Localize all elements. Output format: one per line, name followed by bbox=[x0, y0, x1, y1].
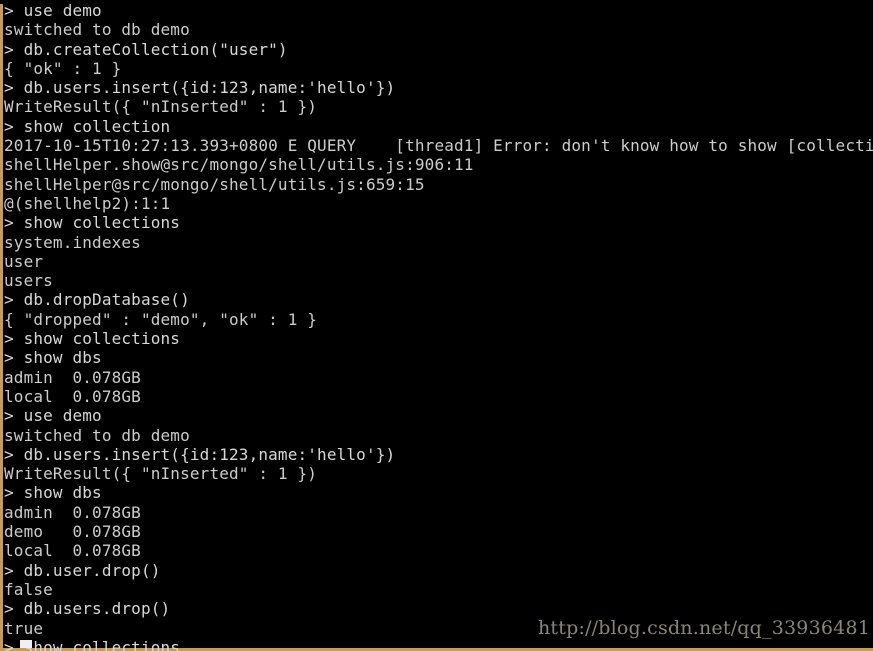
terminal-output-line: shellHelper@src/mongo/shell/utils.js:659… bbox=[4, 174, 425, 194]
terminal-output-line: WriteResult({ "nInserted" : 1 }) bbox=[4, 464, 318, 484]
terminal-output-line: @(shellhelp2):1:1 bbox=[4, 193, 171, 213]
watermark-url: http://blog.csdn.net/qq_33936481 bbox=[538, 617, 871, 639]
terminal-output-line: admin 0.078GB bbox=[4, 367, 141, 387]
terminal-command-line: > show dbs bbox=[4, 483, 102, 503]
terminal-output-line: user bbox=[4, 251, 44, 271]
terminal-window[interactable]: > use demo switched to db demo > db.create… bbox=[0, 0, 873, 651]
terminal-command-line: > show collections bbox=[4, 213, 181, 233]
terminal-output-area[interactable]: > use demo switched to db demo > db.create… bbox=[3, 0, 873, 651]
terminal-output-line: local 0.078GB bbox=[4, 386, 141, 406]
terminal-output-line: demo 0.078GB bbox=[4, 522, 141, 542]
terminal-command-line: > db.users.insert({id:123,name:'hello'}) bbox=[4, 444, 396, 464]
terminal-output-line: users bbox=[4, 271, 53, 291]
terminal-command-line: > show collections bbox=[4, 637, 181, 651]
terminal-output-line: 2017-10-15T10:27:13.393+0800 E QUERY [th… bbox=[4, 136, 873, 156]
terminal-command-line: > db.users.drop() bbox=[4, 599, 171, 619]
terminal-command-line: > show collection bbox=[4, 116, 171, 136]
terminal-output-line: switched to db demo bbox=[4, 425, 190, 445]
terminal-command-line: > use demo bbox=[4, 406, 102, 426]
terminal-output-line: admin 0.078GB bbox=[4, 502, 141, 522]
terminal-output-line: { "ok" : 1 } bbox=[4, 58, 122, 78]
terminal-output-line: WriteResult({ "nInserted" : 1 }) bbox=[4, 97, 318, 117]
terminal-command-line: > show collections bbox=[4, 329, 181, 349]
terminal-command-line: > show dbs bbox=[4, 348, 102, 368]
terminal-output-line: switched to db demo bbox=[4, 20, 190, 40]
terminal-output-line: local 0.078GB bbox=[4, 541, 141, 561]
terminal-command-line: > db.users.insert({id:123,name:'hello'}) bbox=[4, 78, 396, 98]
terminal-output-line: { "dropped" : "demo", "ok" : 1 } bbox=[4, 309, 318, 329]
terminal-command-line: > db.createCollection("user") bbox=[4, 39, 288, 59]
terminal-output-line: false bbox=[4, 579, 53, 599]
terminal-output-line: system.indexes bbox=[4, 232, 141, 252]
terminal-command-line: > db.dropDatabase() bbox=[4, 290, 190, 310]
terminal-command-line: > db.user.drop() bbox=[4, 560, 161, 580]
text-cursor bbox=[20, 640, 32, 648]
terminal-command-line: > use demo bbox=[4, 1, 102, 20]
terminal-output-line: shellHelper.show@src/mongo/shell/utils.j… bbox=[4, 155, 474, 175]
